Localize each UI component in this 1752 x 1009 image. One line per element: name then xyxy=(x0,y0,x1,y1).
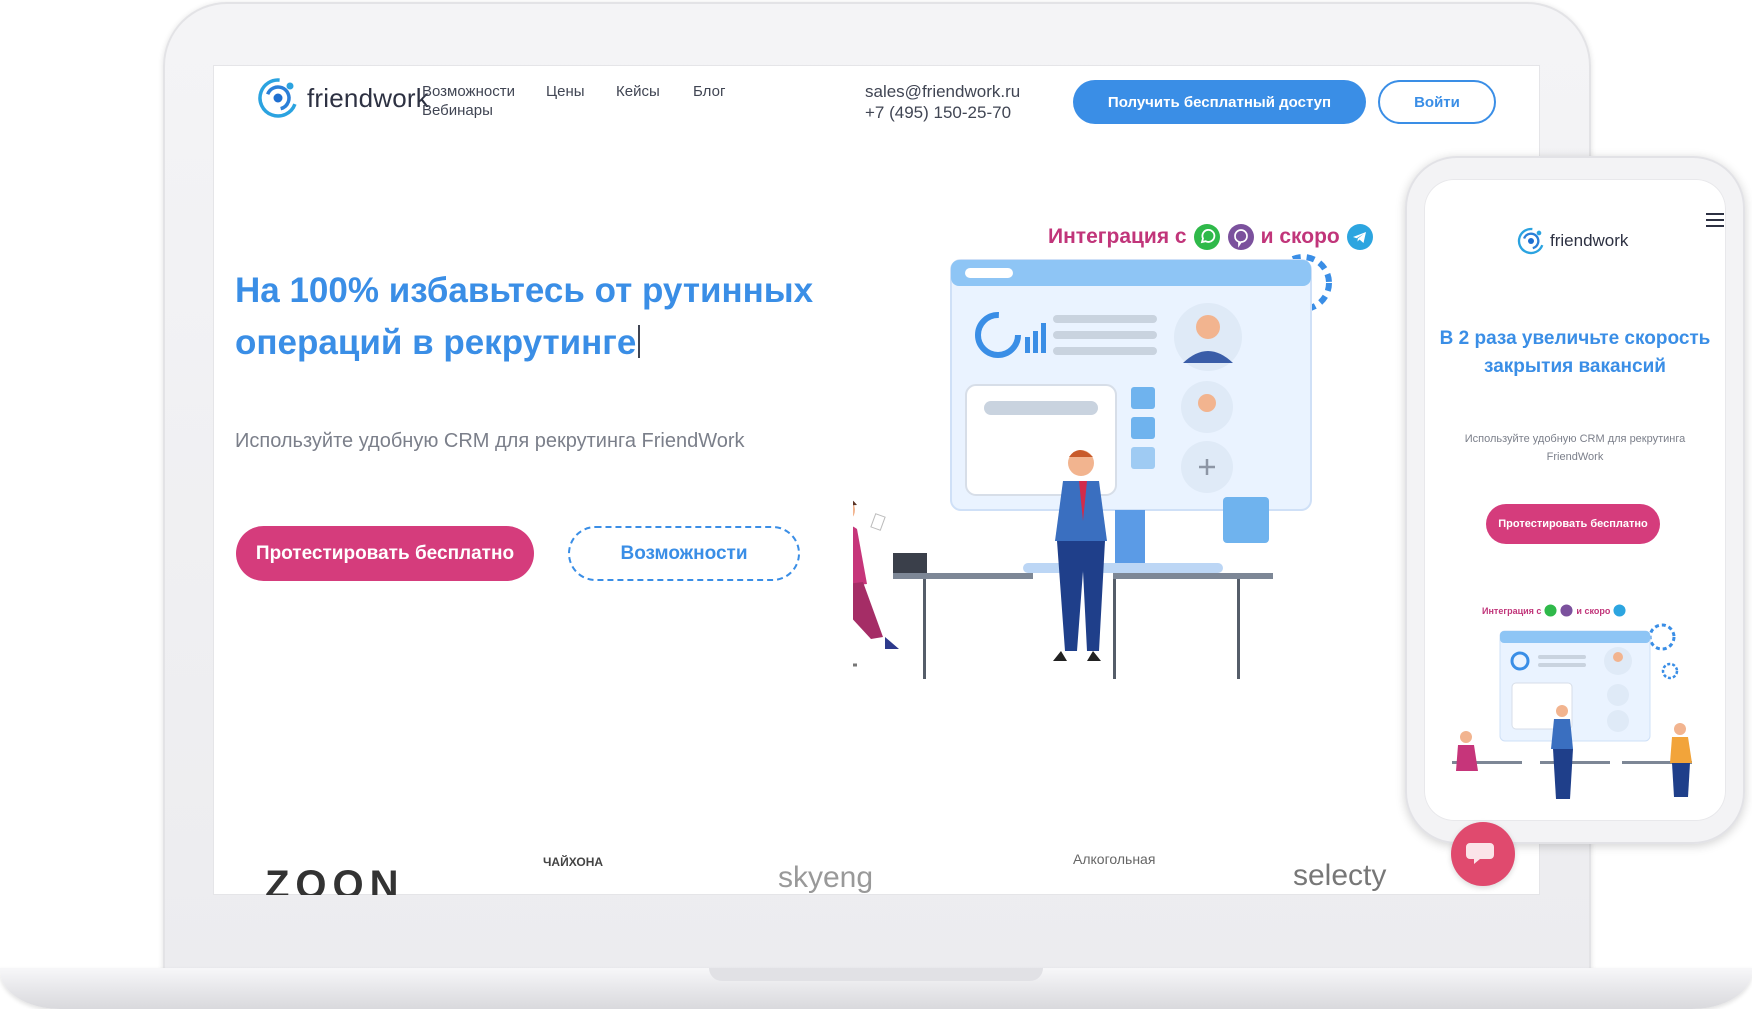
telegram-icon xyxy=(1613,604,1626,617)
contact-phone[interactable]: +7 (495) 150-25-70 xyxy=(865,102,1020,123)
nav-prices[interactable]: Цены xyxy=(546,83,585,100)
friendwork-logo-icon xyxy=(258,78,298,118)
desktop-screen: friendwork Возможности Вебинары Цены Кей… xyxy=(213,65,1540,895)
device-mockup-scene: friendwork Возможности Вебинары Цены Кей… xyxy=(0,0,1752,1009)
mobile-logo-text: friendwork xyxy=(1550,231,1629,250)
nav-features[interactable]: Возможности xyxy=(422,83,515,100)
features-button[interactable]: Возможности xyxy=(568,526,800,581)
nav-cases[interactable]: Кейсы xyxy=(616,83,660,100)
partner-logo-alko: Алкогольная xyxy=(1073,851,1156,867)
mobile-integration-soon: и скоро xyxy=(1576,605,1611,616)
mobile-hero-subtitle: Используйте удобную CRM для рекрутинга F… xyxy=(1464,433,1686,463)
try-free-button[interactable]: Протестировать бесплатно xyxy=(236,526,534,581)
partner-logo-selecty: selecty xyxy=(1293,859,1387,892)
partner-logo-chaihona: ЧАЙХОНА xyxy=(543,855,604,869)
friendwork-logo-icon xyxy=(1517,227,1545,255)
get-free-access-button[interactable]: Получить бесплатный доступ xyxy=(1073,80,1366,124)
typing-cursor xyxy=(638,325,641,358)
contact-block: sales@friendwork.ru +7 (495) 150-25-70 xyxy=(865,81,1020,123)
mobile-office-illustration xyxy=(1452,623,1692,799)
logo-text: friendwork xyxy=(307,82,429,113)
logo[interactable]: friendwork xyxy=(257,77,429,119)
nav-webinars[interactable]: Вебинары xyxy=(422,102,493,119)
laptop-notch xyxy=(709,968,1043,981)
contact-email[interactable]: sales@friendwork.ru xyxy=(865,81,1020,102)
nav-blog[interactable]: Блог xyxy=(693,83,725,100)
hero-title-line1: На 100% избавьтесь от рутинных xyxy=(235,271,814,310)
partners-logos: ZOON ЧАЙХОНА skyeng Алкогольная selecty xyxy=(213,851,1540,895)
phone-mockup: friendwork В 2 раза увеличьте скорость з… xyxy=(1405,156,1745,844)
chat-widget-button[interactable] xyxy=(1451,822,1515,886)
chat-icon xyxy=(1466,843,1494,864)
mobile-hero-title: В 2 раза увеличьте скорость закрытия вак… xyxy=(1439,328,1711,377)
viber-icon xyxy=(1560,604,1573,617)
partner-logo-zoon: ZOON xyxy=(265,863,405,895)
hero-title: На 100% избавьтесь от рутинных операций … xyxy=(235,265,875,369)
partner-logo-skyeng: skyeng xyxy=(778,861,874,894)
hero-subtitle: Используйте удобную CRM для рекрутинга F… xyxy=(235,430,745,452)
mobile-logo[interactable]: friendwork xyxy=(1517,227,1628,255)
login-button[interactable]: Войти xyxy=(1378,80,1496,124)
mobile-integration-banner: Интеграция с и скоро xyxy=(1482,604,1626,617)
hamburger-menu-icon[interactable] xyxy=(1706,213,1724,231)
mobile-integration-prefix: Интеграция с xyxy=(1482,605,1542,616)
hero-title-line2: операций в рекрутинге xyxy=(235,323,637,362)
mobile-screen: friendwork В 2 раза увеличьте скорость з… xyxy=(1424,179,1726,821)
mobile-try-free-button[interactable]: Протестировать бесплатно xyxy=(1486,504,1660,544)
whatsapp-icon xyxy=(1544,604,1557,617)
